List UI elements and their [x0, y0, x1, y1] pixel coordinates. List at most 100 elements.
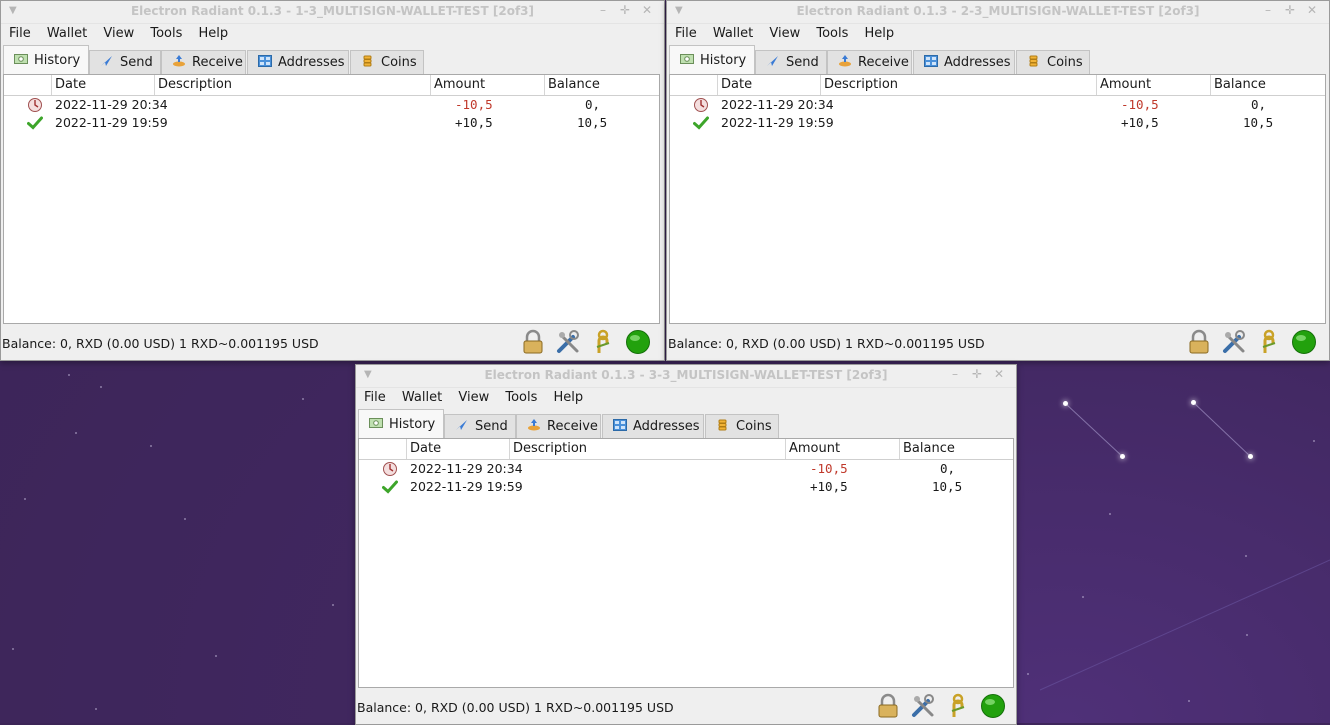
table-row[interactable]: 2022-11-29 19:59 +10,5 10,5 — [670, 114, 1325, 132]
minimize-icon[interactable]: – — [944, 367, 966, 381]
menu-help[interactable]: Help — [548, 388, 590, 405]
column-balance[interactable]: Balance — [545, 75, 659, 95]
menu-wallet[interactable]: Wallet — [396, 388, 448, 405]
menu-view[interactable]: View — [97, 24, 140, 41]
table-row[interactable]: 2022-11-29 20:34 -10,5 0, — [359, 460, 1013, 478]
tab-addresses[interactable]: Addresses — [247, 50, 349, 74]
window-titlebar[interactable]: ▼ Electron Radiant 0.1.3 - 1-3_MULTISIGN… — [1, 1, 664, 24]
menu-view[interactable]: View — [452, 388, 495, 405]
status-bar: Balance: 0, RXD (0.00 USD) 1 RXD~0.00119… — [1, 325, 664, 360]
column-amount[interactable]: Amount — [786, 439, 900, 459]
maximize-icon[interactable]: ✛ — [966, 367, 988, 381]
unconfirmed-clock-icon — [28, 98, 42, 112]
tab-receive[interactable]: Receive — [161, 50, 246, 74]
column-status[interactable] — [670, 75, 718, 95]
row-balance: 10,5 — [577, 115, 608, 130]
tab-coins[interactable]: Coins — [705, 414, 779, 438]
menu-view[interactable]: View — [763, 24, 806, 41]
tab-history[interactable]: History — [3, 45, 89, 74]
history-icon — [680, 54, 694, 64]
column-date[interactable]: Date — [52, 75, 155, 95]
confirmed-check-icon — [27, 116, 43, 130]
menu-tools[interactable]: Tools — [810, 24, 854, 41]
tab-receive[interactable]: Receive — [827, 50, 912, 74]
tab-history[interactable]: History — [358, 409, 444, 438]
minimize-icon[interactable]: – — [592, 3, 614, 17]
history-icon — [369, 418, 383, 428]
menu-file[interactable]: File — [669, 24, 703, 41]
lock-icon[interactable] — [1183, 329, 1214, 357]
row-date: 2022-11-29 19:59 — [55, 115, 168, 130]
tab-addresses[interactable]: Addresses — [602, 414, 704, 438]
column-amount[interactable]: Amount — [1097, 75, 1211, 95]
menu-file[interactable]: File — [358, 388, 392, 405]
seed-icon[interactable] — [587, 329, 618, 357]
column-balance[interactable]: Balance — [1211, 75, 1325, 95]
tools-icon[interactable] — [907, 693, 938, 721]
tab-addresses-label: Addresses — [944, 55, 1011, 70]
table-row[interactable]: 2022-11-29 19:59 +10,5 10,5 — [4, 114, 659, 132]
lock-icon[interactable] — [872, 693, 903, 721]
row-amount: -10,5 — [455, 97, 493, 112]
window-titlebar[interactable]: ▼ Electron Radiant 0.1.3 - 3-3_MULTISIGN… — [356, 365, 1016, 388]
menu-tools[interactable]: Tools — [499, 388, 543, 405]
network-status-icon[interactable] — [622, 329, 653, 357]
tab-coins[interactable]: Coins — [1016, 50, 1090, 74]
tab-coins-label: Coins — [381, 55, 417, 70]
menu-help[interactable]: Help — [859, 24, 901, 41]
column-status[interactable] — [359, 439, 407, 459]
close-icon[interactable]: ✕ — [1301, 3, 1323, 17]
lock-icon[interactable] — [517, 329, 548, 357]
menu-file[interactable]: File — [3, 24, 37, 41]
tab-send[interactable]: Send — [89, 50, 161, 74]
column-amount[interactable]: Amount — [431, 75, 545, 95]
close-icon[interactable]: ✕ — [636, 3, 658, 17]
history-list[interactable]: Date Description Amount Balance 2022-11-… — [3, 74, 660, 324]
tab-send[interactable]: Send — [755, 50, 827, 74]
tools-icon[interactable] — [1218, 329, 1249, 357]
wallet-window-2[interactable]: ▼ Electron Radiant 0.1.3 - 2-3_MULTISIGN… — [666, 0, 1330, 361]
menu-help[interactable]: Help — [193, 24, 235, 41]
tab-send[interactable]: Send — [444, 414, 516, 438]
tab-send-label: Send — [120, 55, 153, 70]
column-description[interactable]: Description — [821, 75, 1097, 95]
tools-icon[interactable] — [552, 329, 583, 357]
column-description[interactable]: Description — [155, 75, 431, 95]
maximize-icon[interactable]: ✛ — [1279, 3, 1301, 17]
tab-send-label: Send — [475, 419, 508, 434]
tab-history[interactable]: History — [669, 45, 755, 74]
menu-wallet[interactable]: Wallet — [41, 24, 93, 41]
menu-tools[interactable]: Tools — [144, 24, 188, 41]
table-row[interactable]: 2022-11-29 20:34 -10,5 0, — [4, 96, 659, 114]
menu-wallet[interactable]: Wallet — [707, 24, 759, 41]
maximize-icon[interactable]: ✛ — [614, 3, 636, 17]
history-list[interactable]: Date Description Amount Balance 2022-11-… — [358, 438, 1014, 688]
tab-history-label: History — [700, 53, 747, 68]
window-titlebar[interactable]: ▼ Electron Radiant 0.1.3 - 2-3_MULTISIGN… — [667, 1, 1329, 24]
network-status-icon[interactable] — [977, 693, 1008, 721]
column-balance[interactable]: Balance — [900, 439, 1013, 459]
row-date: 2022-11-29 20:34 — [55, 97, 168, 112]
wallet-window-1[interactable]: ▼ Electron Radiant 0.1.3 - 1-3_MULTISIGN… — [0, 0, 665, 361]
balance-status: Balance: 0, RXD (0.00 USD) 1 RXD~0.00119… — [668, 336, 985, 351]
tab-coins[interactable]: Coins — [350, 50, 424, 74]
column-description[interactable]: Description — [510, 439, 786, 459]
column-date[interactable]: Date — [407, 439, 510, 459]
tab-addresses[interactable]: Addresses — [913, 50, 1015, 74]
tab-receive[interactable]: Receive — [516, 414, 601, 438]
menu-bar: File Wallet View Tools Help — [356, 388, 1016, 409]
seed-icon[interactable] — [942, 693, 973, 721]
table-row[interactable]: 2022-11-29 19:59 +10,5 10,5 — [359, 478, 1013, 496]
menu-bar: File Wallet View Tools Help — [1, 24, 664, 45]
close-icon[interactable]: ✕ — [988, 367, 1010, 381]
row-balance: 0, — [940, 461, 956, 476]
column-date[interactable]: Date — [718, 75, 821, 95]
row-amount: +10,5 — [810, 479, 848, 494]
table-row[interactable]: 2022-11-29 20:34 -10,5 0, — [670, 96, 1325, 114]
column-status[interactable] — [4, 75, 52, 95]
minimize-icon[interactable]: – — [1257, 3, 1279, 17]
seed-icon[interactable] — [1253, 329, 1284, 357]
history-list[interactable]: Date Description Amount Balance 2022-11-… — [669, 74, 1326, 324]
wallet-window-3[interactable]: ▼ Electron Radiant 0.1.3 - 3-3_MULTISIGN… — [355, 364, 1017, 725]
network-status-icon[interactable] — [1288, 329, 1319, 357]
